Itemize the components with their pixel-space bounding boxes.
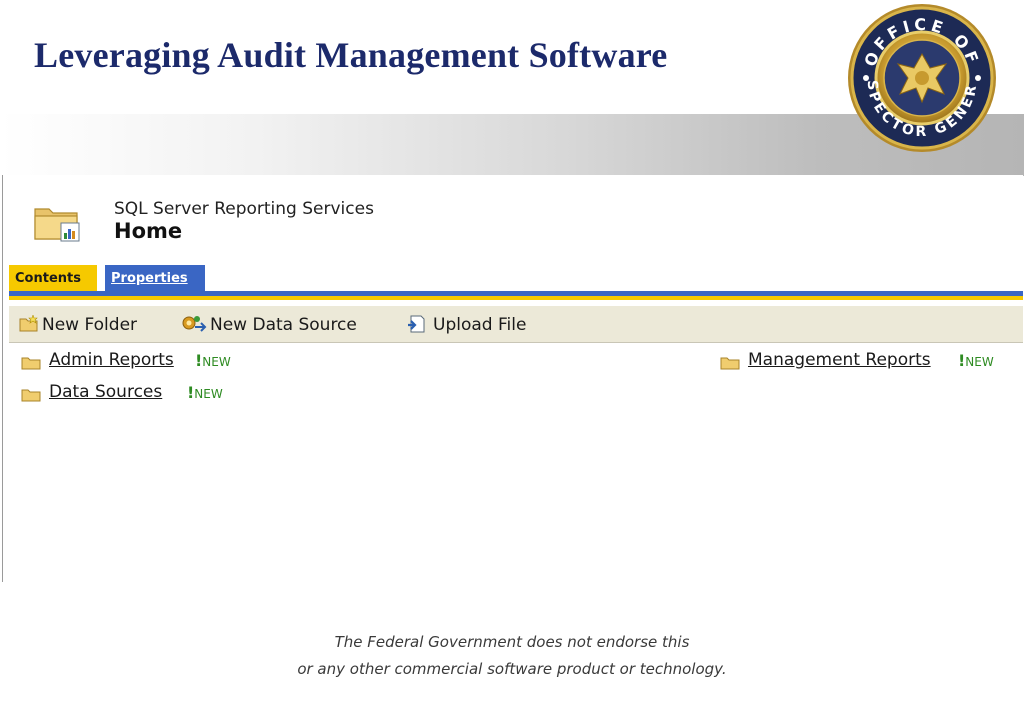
disclaimer-line-1: The Federal Government does not endorse … — [334, 633, 690, 651]
new-data-source-icon[interactable] — [181, 315, 207, 333]
new-badge-text: NEW — [194, 387, 223, 401]
new-data-source-button[interactable]: New Data Source — [210, 306, 357, 342]
folder-icon — [21, 353, 41, 370]
page-title: Home — [114, 219, 183, 243]
toolbar: New Folder New Data Source Upload File — [9, 306, 1023, 343]
new-badge: !NEW — [187, 381, 223, 406]
folder-link-admin-reports[interactable]: Admin Reports — [49, 348, 174, 372]
upload-file-icon[interactable] — [406, 315, 426, 333]
new-folder-icon[interactable] — [19, 314, 39, 333]
tab-rule-yellow — [9, 296, 1023, 300]
ssrs-window: SQL Server Reporting Services Home Conte… — [2, 175, 1023, 582]
new-folder-button[interactable]: New Folder — [42, 306, 137, 342]
new-badge: !NEW — [195, 349, 231, 374]
report-folder-icon — [33, 203, 83, 243]
upload-file-button[interactable]: Upload File — [433, 306, 526, 342]
tab-properties[interactable]: Properties — [105, 265, 205, 291]
slide-title: Leveraging Audit Management Software — [34, 35, 668, 75]
new-badge-text: NEW — [202, 355, 231, 369]
new-badge: !NEW — [958, 349, 994, 374]
folder-icon — [21, 385, 41, 402]
tab-contents[interactable]: Contents — [9, 265, 97, 291]
new-badge-text: NEW — [965, 355, 994, 369]
oig-seal-logo: OFFICE OF INSPECTOR GENERAL — [839, 0, 998, 154]
folder-icon — [720, 353, 740, 370]
disclaimer-line-2: or any other commercial software product… — [297, 660, 727, 678]
product-name: SQL Server Reporting Services — [114, 199, 374, 219]
folder-link-management-reports[interactable]: Management Reports — [748, 348, 931, 372]
folder-link-data-sources[interactable]: Data Sources — [49, 380, 162, 404]
